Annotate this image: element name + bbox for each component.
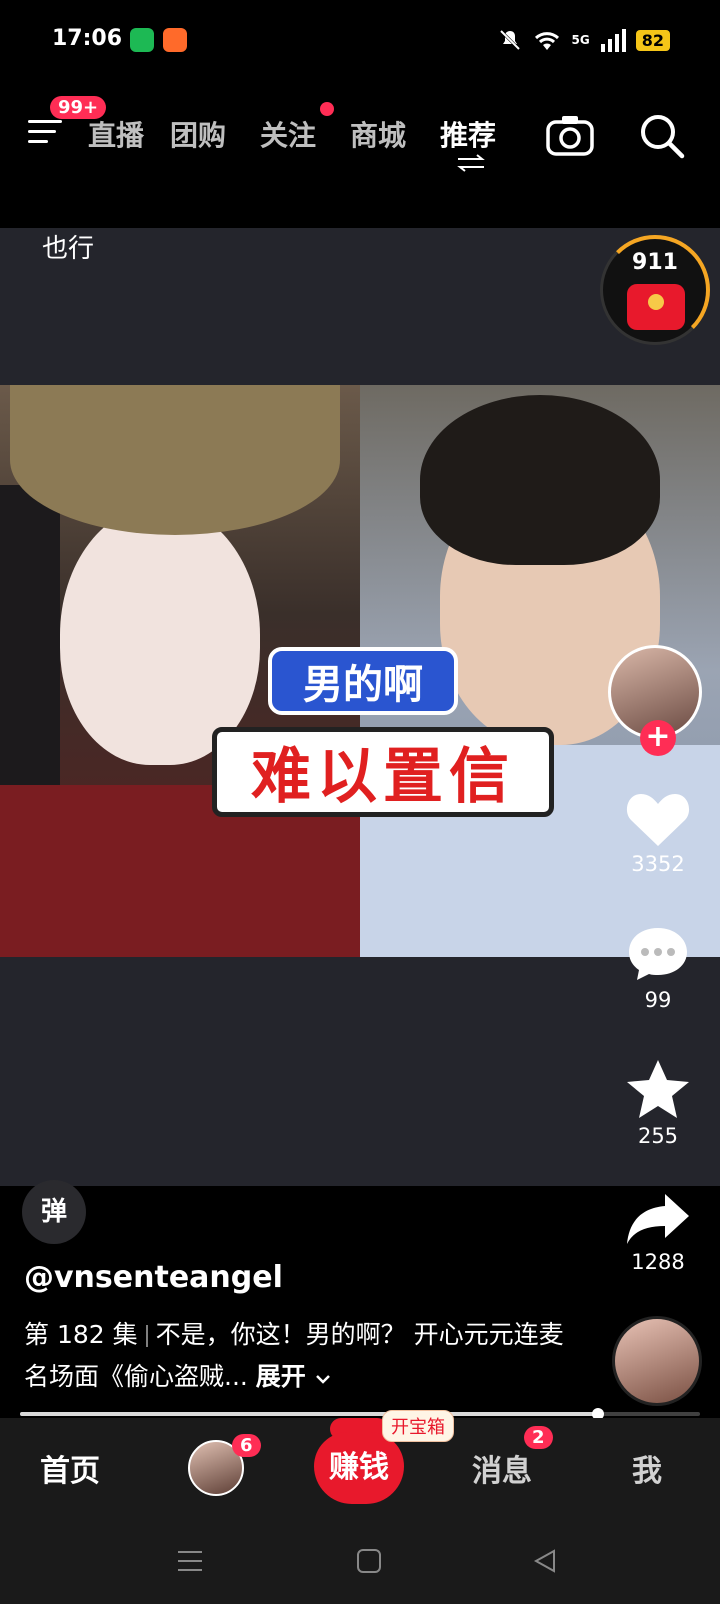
status-bar: 17:06 5G 82 [0,0,720,80]
menu-button[interactable] [28,118,62,146]
share-count: 1288 [631,1250,685,1274]
following-dot [320,102,334,116]
signal-icon [600,29,626,52]
tab-messages[interactable]: 消息 [472,1446,532,1490]
tab-home[interactable]: 首页 [40,1446,100,1490]
episode-separator [145,1325,148,1347]
switch-arrows-icon[interactable] [456,154,486,172]
tab-recommend[interactable]: 推荐 [440,114,496,154]
camera-icon[interactable] [546,114,594,156]
network-type: 5G [571,33,590,47]
video-description[interactable]: 第 182 集不是，你这！男的啊？ 开心元元连麦名场面《偷心盗贼... 展开 [24,1314,584,1398]
expand-label: 展开 [255,1362,306,1391]
share-button[interactable]: 1288 [614,1192,702,1274]
mute-bell-icon [499,29,520,51]
face-shape-left [60,505,260,765]
messages-badge: 2 [524,1426,553,1449]
like-button[interactable]: 3352 [614,790,702,876]
chevron-down-icon [315,1375,330,1384]
video-progress-bar[interactable] [20,1408,700,1420]
tab-live[interactable]: 直播 [88,114,144,154]
top-nav: 99+ 直播 团购 关注 商城 推荐 [0,80,720,228]
red-packet-widget[interactable]: 911 [600,235,710,345]
status-icons: 5G 82 [498,26,670,54]
comment-button[interactable]: 99 [614,924,702,1012]
recents-menu-icon[interactable] [176,1548,204,1574]
overlay-text-small: 男的啊 [268,647,458,715]
danmu-toggle-button[interactable]: 弹 [22,1180,86,1244]
star-icon [627,1060,689,1118]
back-triangle-icon[interactable] [532,1548,558,1574]
status-time: 17:06 [52,26,123,51]
tab-me[interactable]: 我 [632,1446,662,1490]
music-disc-avatar[interactable] [612,1316,702,1406]
wechat-notification-icon [130,28,154,52]
search-icon[interactable] [638,112,686,160]
bottom-tab-bar: 首页 6 赚钱 开宝箱 消息 2 我 [0,1410,720,1520]
system-nav-bar [0,1520,720,1604]
friends-badge: 6 [232,1434,261,1457]
share-arrow-icon [627,1194,689,1244]
episode-label: 第 182 集 [24,1320,138,1349]
tab-group-buy[interactable]: 团购 [170,114,226,154]
heart-icon [626,794,690,846]
app-notification-icon [163,28,187,52]
open-treasure-label[interactable]: 开宝箱 [382,1410,454,1442]
video-top-caption: 也行 [42,234,95,264]
comment-bubble-icon [629,928,687,980]
tab-mall[interactable]: 商城 [350,114,406,154]
battery-level: 82 [635,29,670,51]
tab-earn[interactable]: 赚钱 [314,1432,404,1504]
comment-count: 99 [644,988,672,1012]
follow-plus-icon[interactable]: + [640,720,676,756]
red-packet-seal [648,294,664,310]
overlay-text-large: 难以置信 [212,727,554,817]
author-name[interactable]: @vnsenteangel [24,1260,283,1295]
expand-button[interactable]: 展开 [256,1362,331,1391]
home-square-icon[interactable] [356,1548,382,1574]
favorite-button[interactable]: 255 [614,1058,702,1148]
hair-shape-right [420,395,660,565]
headdress-shape [10,385,340,535]
red-packet-count: 911 [632,250,678,275]
tab-following[interactable]: 关注 [260,114,316,154]
favorite-count: 255 [637,1124,679,1148]
progress-fill [20,1412,598,1416]
like-count: 3352 [631,852,685,876]
wifi-icon [534,32,559,50]
